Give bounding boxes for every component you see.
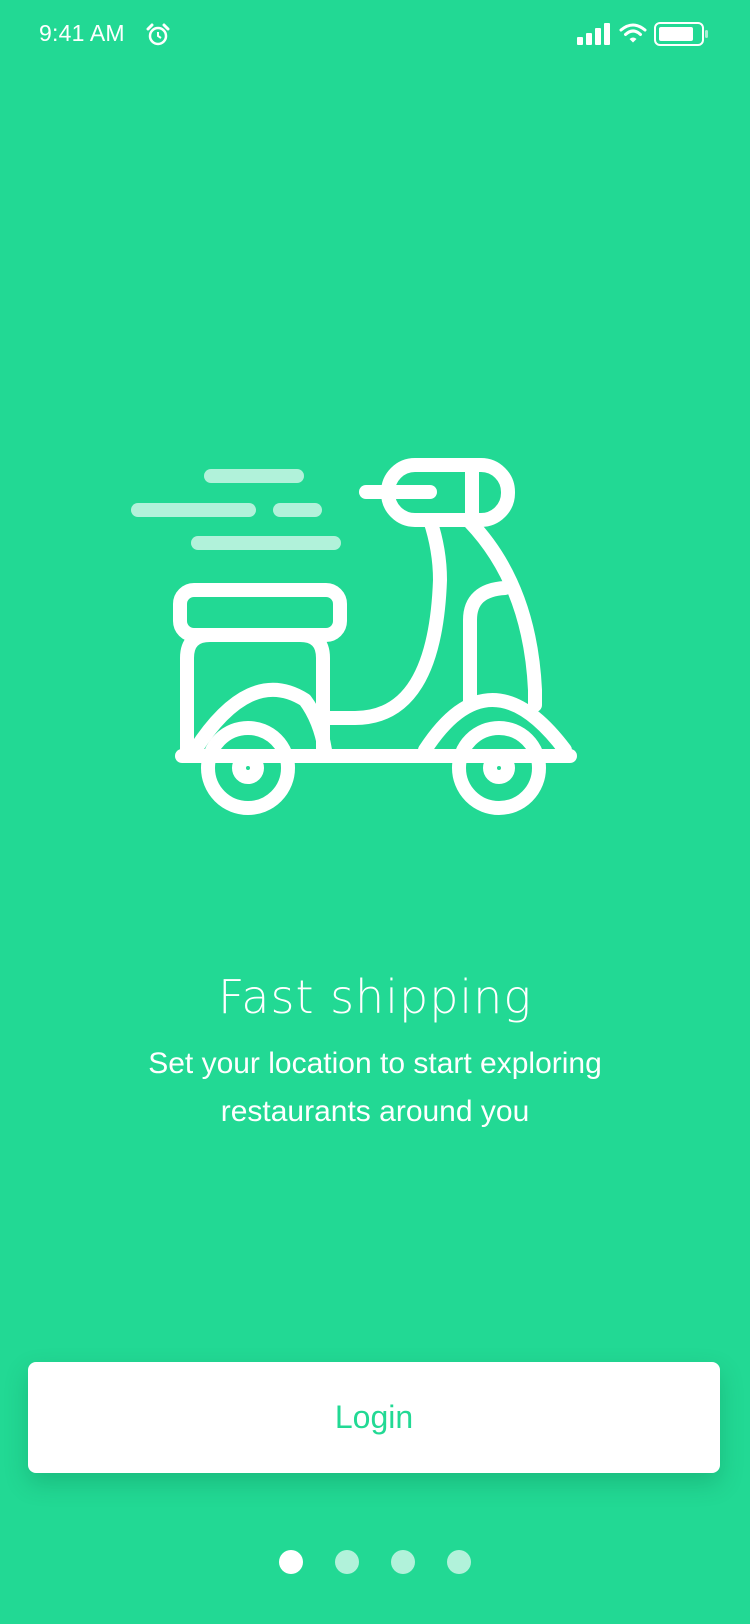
wifi-icon bbox=[619, 23, 647, 43]
alarm-icon bbox=[146, 23, 170, 46]
status-time: 9:41 AM bbox=[39, 20, 125, 46]
page-dot[interactable] bbox=[279, 1550, 303, 1574]
page-indicator bbox=[0, 1550, 750, 1574]
onboarding-subtitle: Set your location to start exploring res… bbox=[148, 1047, 602, 1128]
onboarding-title: Fast shipping bbox=[218, 970, 532, 1024]
battery-icon bbox=[654, 22, 708, 46]
scooter-icon bbox=[131, 458, 577, 815]
login-button[interactable]: Login bbox=[28, 1362, 720, 1473]
status-bar: 9:41 AM bbox=[0, 0, 750, 72]
signal-icon bbox=[577, 23, 610, 45]
page-dot[interactable] bbox=[335, 1550, 359, 1574]
page-dot[interactable] bbox=[391, 1550, 415, 1574]
page-dot[interactable] bbox=[447, 1550, 471, 1574]
